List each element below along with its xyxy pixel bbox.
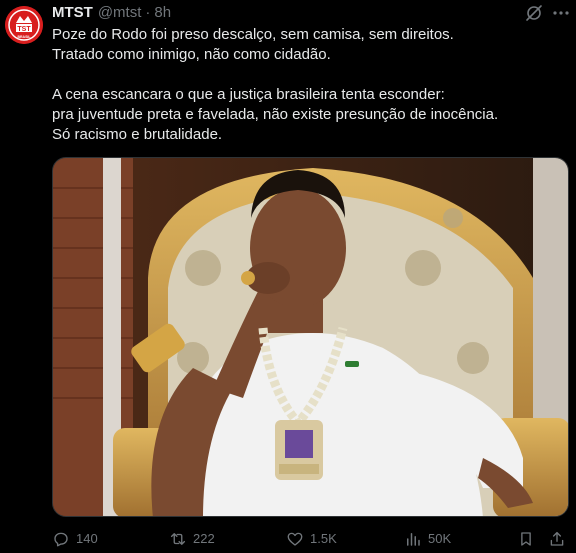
views-count: 50K [428, 531, 452, 546]
post-header: MTST @mtst · 8h [52, 4, 171, 22]
heart-icon [287, 532, 303, 546]
post-line: Poze do Rodo foi preso descalço, sem cam… [52, 26, 454, 43]
avatar-text: TST [17, 26, 31, 33]
post-photo[interactable] [52, 157, 569, 517]
bookmark-button[interactable] [517, 528, 541, 550]
avatar-subtext: BRASIL [17, 35, 31, 39]
author-handle[interactable]: @mtst [98, 4, 142, 22]
repost-count: 222 [193, 531, 215, 546]
post-time[interactable]: 8h [154, 4, 171, 22]
post-line: A cena escancara o que a justiça brasile… [52, 86, 445, 103]
repost-icon [170, 533, 186, 545]
action-bar: 140 222 1.5K 50K [52, 528, 569, 550]
author-name[interactable]: MTST [52, 4, 93, 22]
more-icon[interactable] [551, 3, 571, 23]
reply-count: 140 [76, 531, 98, 546]
views-chart-icon [407, 533, 420, 546]
grok-icon[interactable] [524, 3, 544, 23]
share-button[interactable] [548, 528, 572, 550]
like-count: 1.5K [310, 531, 337, 546]
share-icon [550, 531, 564, 546]
like-button[interactable]: 1.5K [286, 528, 337, 550]
post-line: Só racismo e brutalidade. [52, 126, 223, 143]
reply-icon [54, 532, 68, 547]
avatar[interactable]: TST BRASIL [5, 6, 43, 44]
post-line: Tratado como inimigo, não como cidadão. [52, 46, 331, 63]
post-text: Poze do Rodo foi preso descalço, sem cam… [52, 25, 567, 145]
post-line: pra juventude preta e favelada, não exis… [52, 106, 499, 123]
separator-dot: · [145, 4, 151, 21]
repost-button[interactable]: 222 [169, 528, 215, 550]
views-button[interactable]: 50K [404, 528, 451, 550]
bookmark-icon [521, 532, 531, 546]
reply-button[interactable]: 140 [52, 528, 98, 550]
